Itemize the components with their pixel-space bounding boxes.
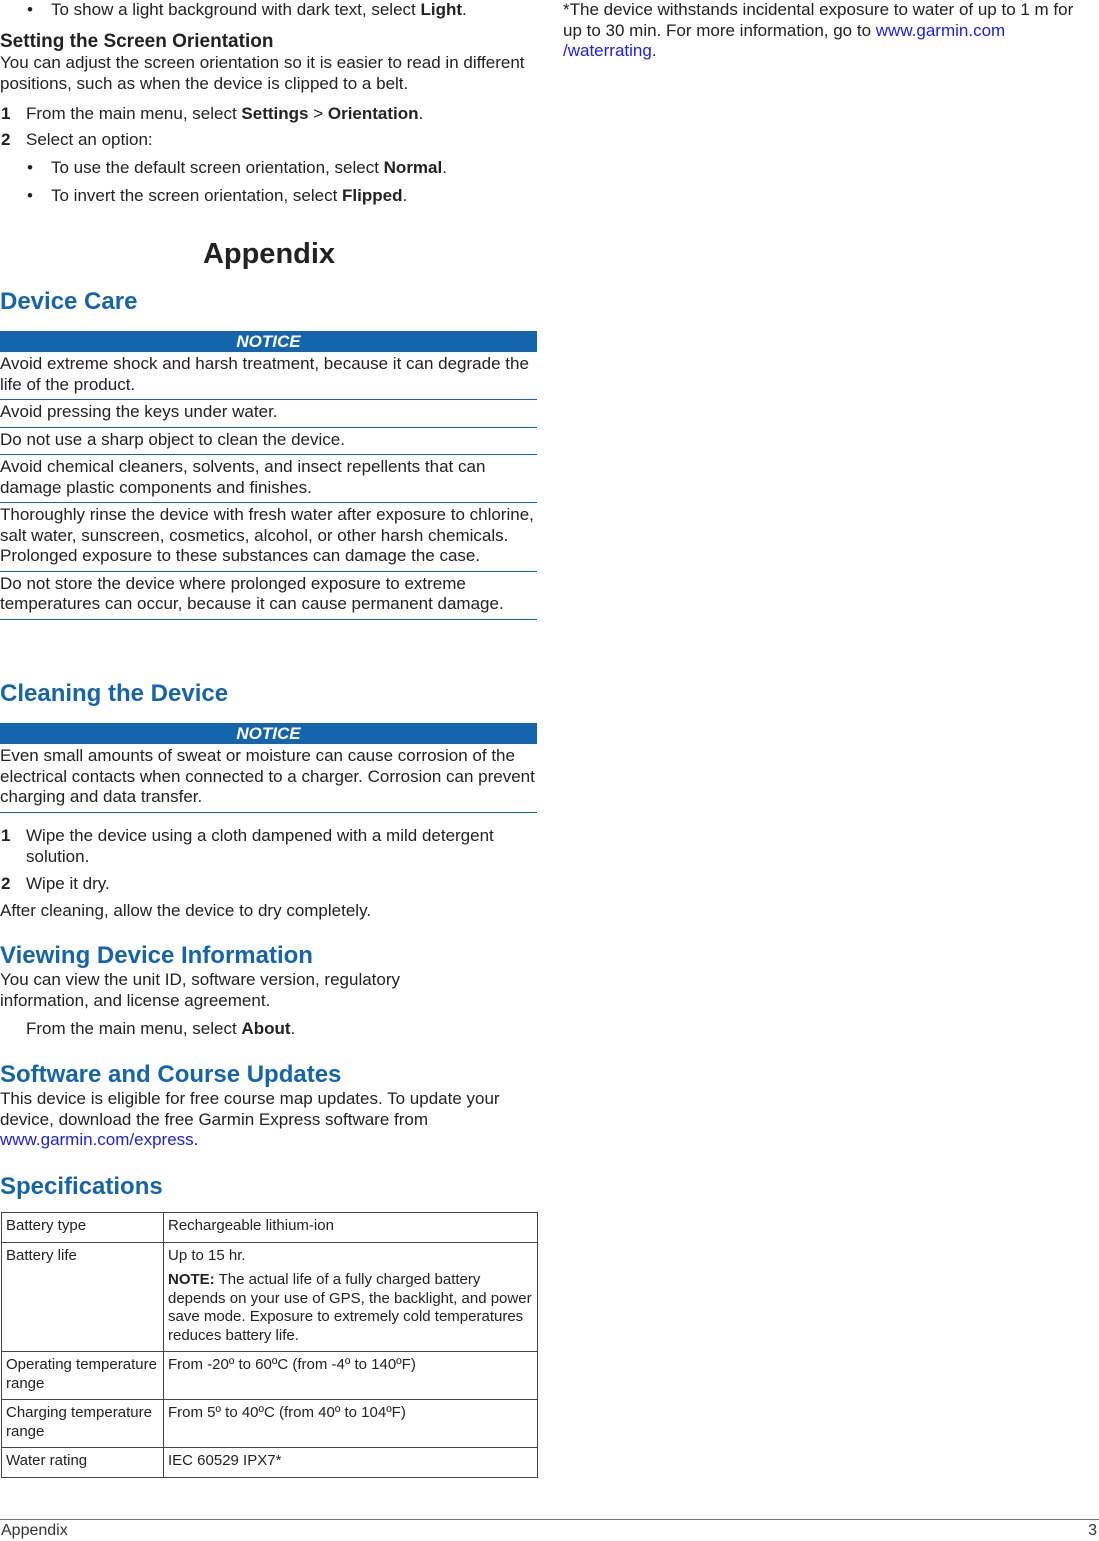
- notice-row: Do not use a sharp object to clean the d…: [0, 428, 537, 455]
- spec-key: Charging temperature range: [1, 1399, 164, 1448]
- updates-heading: Software and Course Updates: [0, 1061, 342, 1088]
- notice-banner: NOTICE: [0, 723, 537, 744]
- device-care-heading: Device Care: [0, 288, 138, 315]
- spec-key: Battery type: [1, 1212, 164, 1243]
- cleaning-after: After cleaning, allow the device to dry …: [0, 901, 372, 920]
- spec-value: From -20º to 60ºC (from -4º to 140ºF): [163, 1351, 538, 1400]
- option-flipped: • To invert the screen orientation, sele…: [27, 186, 408, 205]
- spec-key: Water rating: [1, 1447, 164, 1478]
- orientation-intro: You can adjust the screen orientation so…: [0, 53, 525, 93]
- garmin-express-link[interactable]: www.garmin.com/express: [0, 1130, 194, 1149]
- water-rating-footnote: *The device withstands incidental exposu…: [563, 0, 1074, 60]
- cleaning-step-1: 1 Wipe the device using a cloth dampened…: [1, 826, 494, 866]
- notice-row: Even small amounts of sweat or moisture …: [0, 744, 537, 813]
- spec-key: Operating temperature range: [1, 1351, 164, 1400]
- table-row: Charging temperature range From 5º to 40…: [1, 1399, 538, 1448]
- bullet-icon: •: [27, 0, 33, 19]
- right-column: *The device withstands incidental exposu…: [563, 0, 1093, 62]
- device-info-heading: Viewing Device Information: [0, 942, 313, 969]
- page-number: 3: [1088, 1522, 1097, 1539]
- bullet-light: • To show a light background with dark t…: [27, 0, 467, 19]
- cleaning-heading: Cleaning the Device: [0, 680, 229, 707]
- orientation-heading: Setting the Screen Orientation: [0, 31, 274, 52]
- orientation-step-2: 2 Select an option:: [1, 130, 153, 149]
- table-row: Operating temperature range From -20º to…: [1, 1351, 538, 1400]
- cleaning-step-2: 2 Wipe it dry.: [1, 874, 110, 893]
- table-row: Battery life Up to 15 hr. NOTE: The actu…: [1, 1241, 538, 1352]
- cleaning-notice: NOTICE Even small amounts of sweat or mo…: [0, 723, 537, 813]
- notice-row: Avoid pressing the keys under water.: [0, 400, 537, 428]
- updates-text: This device is eligible for free course …: [0, 1089, 500, 1149]
- page-footer: Appendix 3: [0, 1519, 1099, 1539]
- spec-value: Up to 15 hr. NOTE: The actual life of a …: [163, 1241, 538, 1352]
- spec-value: Rechargeable lithium-ion: [163, 1212, 538, 1243]
- spec-key: Battery life: [1, 1241, 164, 1352]
- device-info-intro: You can view the unit ID, software versi…: [0, 970, 401, 1010]
- notice-row: Avoid extreme shock and harsh treatment,…: [0, 352, 537, 400]
- specifications-table: Battery type Rechargeable lithium-ion Ba…: [1, 1212, 538, 1478]
- device-info-step: From the main menu, select About.: [26, 1019, 296, 1038]
- notice-row: Do not store the device where prolonged …: [0, 572, 537, 620]
- battery-note: NOTE: The actual life of a fully charged…: [168, 1271, 532, 1344]
- table-row: Battery type Rechargeable lithium-ion: [1, 1212, 538, 1243]
- notice-row: Avoid chemical cleaners, solvents, and i…: [0, 455, 537, 503]
- table-row: Water rating IEC 60529 IPX7*: [1, 1447, 538, 1478]
- spec-value: From 5º to 40ºC (from 40º to 104ºF): [163, 1399, 538, 1448]
- spec-value: IEC 60529 IPX7*: [163, 1447, 538, 1478]
- option-normal: • To use the default screen orientation,…: [27, 158, 447, 177]
- bullet-icon: •: [27, 186, 33, 205]
- device-care-notice: NOTICE Avoid extreme shock and harsh tre…: [0, 331, 537, 620]
- footer-section: Appendix: [1, 1522, 68, 1539]
- bullet-icon: •: [27, 158, 33, 177]
- notice-row: Thoroughly rinse the device with fresh w…: [0, 503, 537, 572]
- orientation-step-1: 1 From the main menu, select Settings > …: [1, 104, 424, 123]
- notice-banner: NOTICE: [0, 331, 537, 352]
- appendix-title: Appendix: [202, 238, 336, 270]
- specifications-heading: Specifications: [0, 1173, 163, 1200]
